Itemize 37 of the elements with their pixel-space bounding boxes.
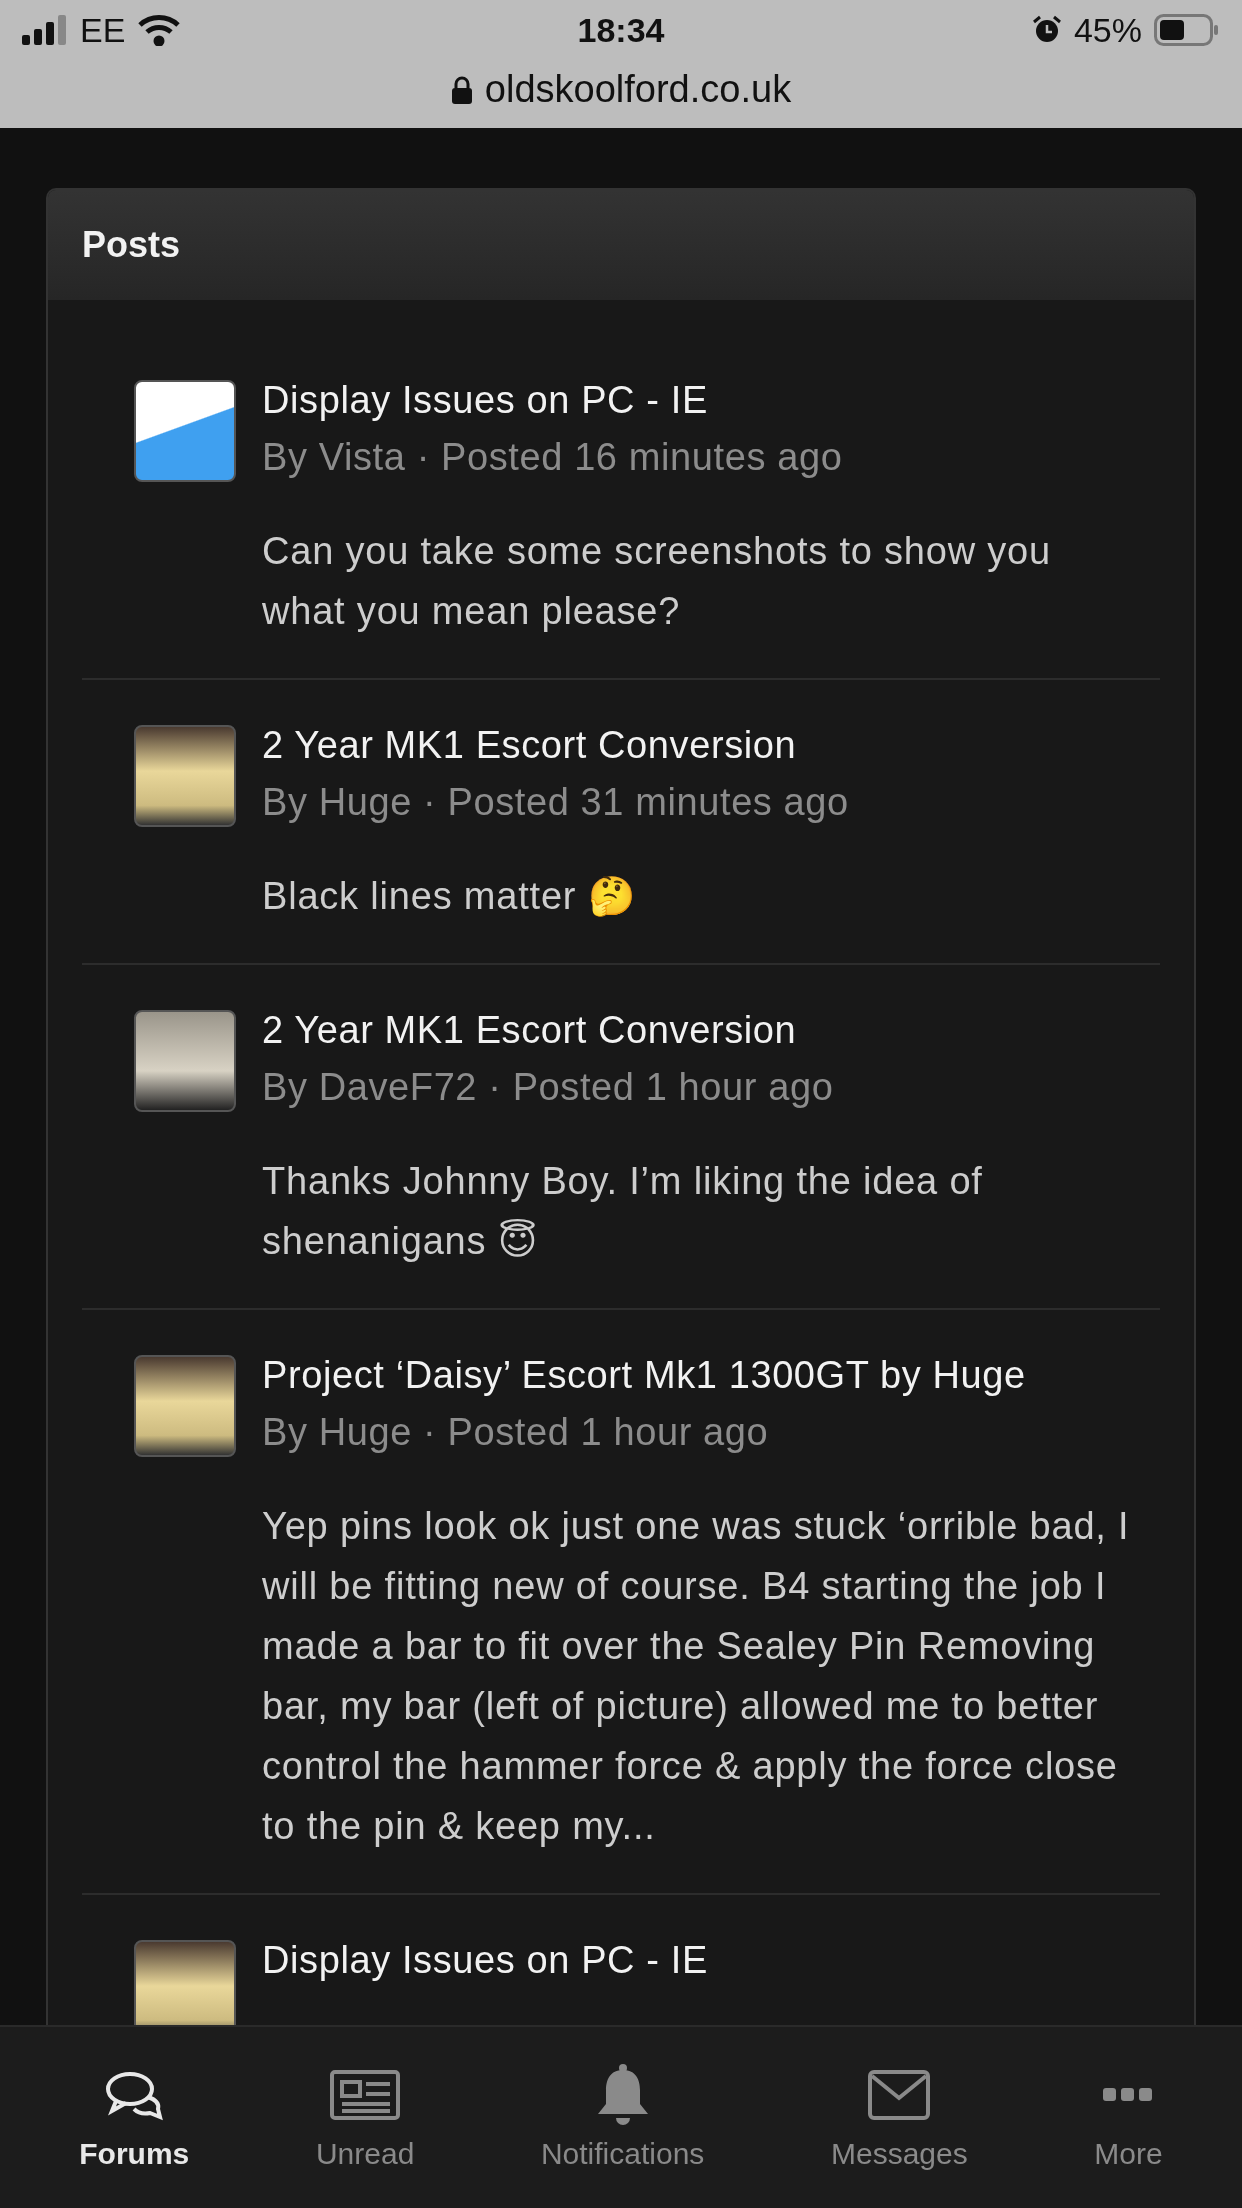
tab-button[interactable]: Forums bbox=[67, 2027, 202, 2208]
battery-percentage: 45% bbox=[1073, 10, 1142, 50]
tab-button[interactable]: Notifications bbox=[528, 2027, 717, 2208]
post-byline: By DaveF72 · Posted 1 hour ago bbox=[262, 1065, 835, 1110]
post-byline: By Huge · Posted 31 minutes ago bbox=[262, 780, 850, 825]
tab-button[interactable]: Unread bbox=[303, 2027, 427, 2208]
wifi-icon bbox=[137, 14, 182, 46]
post-title[interactable]: Display Issues on PC - IE bbox=[262, 372, 1160, 429]
avatar-image[interactable] bbox=[134, 380, 236, 482]
post-title[interactable]: Display Issues on PC - IE bbox=[262, 1932, 1160, 1989]
post-excerpt: Can you take some screenshots to show you what you mean please? bbox=[262, 529, 1052, 634]
post-excerpt: Thanks Johnny Boy. I’m liking the idea of shenanigans 😇 bbox=[262, 1159, 984, 1264]
battery-icon bbox=[1154, 14, 1220, 46]
post-excerpt: Yep pins look ok just one was stuck ‘orrible bad, I will be fitting new of course. B4 starting the job I made a bar to fit over the Sealey Pin Removing bar, my bar (left of picture) allowed me to better control the hammer force & apply the force close to the pin & keep my... bbox=[262, 1504, 1131, 1849]
clock-time: 18:34 bbox=[577, 10, 665, 50]
chat-icon bbox=[104, 2069, 165, 2121]
post-byline: By Huge · Posted 1 hour ago bbox=[262, 1410, 770, 1455]
photo-placeholder[interactable] bbox=[134, 1940, 236, 2025]
url-text[interactable]: oldskoolford.co.uk bbox=[484, 68, 792, 111]
section-title: Posts bbox=[82, 224, 181, 266]
photo-placeholder[interactable] bbox=[134, 1355, 236, 1457]
photo-placeholder[interactable] bbox=[134, 1010, 236, 1112]
photo-placeholder[interactable] bbox=[134, 725, 236, 827]
post-excerpt: Black lines matter 🤔 bbox=[262, 874, 637, 919]
lock-icon bbox=[450, 74, 473, 105]
signal-icon bbox=[22, 15, 68, 45]
tab-button[interactable]: More bbox=[1082, 2027, 1175, 2208]
mail-icon bbox=[868, 2070, 931, 2120]
more-icon bbox=[1103, 2088, 1154, 2102]
post-byline: By Vista · Posted 16 minutes ago bbox=[262, 435, 844, 480]
post-title[interactable]: Project ‘Daisy’ Escort Mk1 1300GT by Huge bbox=[262, 1347, 1160, 1404]
alarm-icon bbox=[1031, 15, 1062, 45]
carrier-label: EE bbox=[80, 10, 126, 50]
post-title[interactable]: 2 Year MK1 Escort Conversion bbox=[262, 1002, 1160, 1059]
tab-button[interactable]: Messages bbox=[818, 2027, 980, 2208]
post-title[interactable]: 2 Year MK1 Escort Conversion bbox=[262, 717, 1160, 774]
newspaper-icon bbox=[330, 2070, 401, 2120]
